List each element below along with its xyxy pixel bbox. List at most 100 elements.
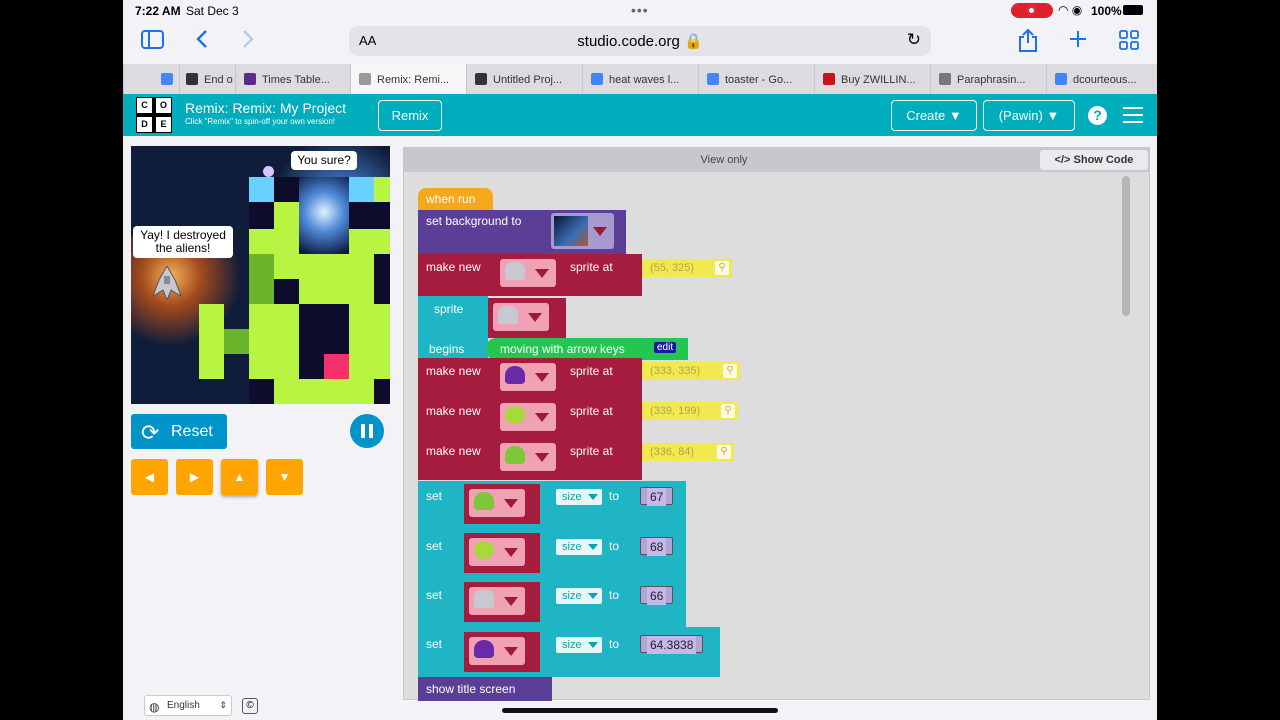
sidebar-icon[interactable] [141, 30, 164, 53]
alien-eye [249, 177, 274, 202]
game-stage[interactable]: You sure? Yay! I destroyed the aliens! [131, 146, 390, 404]
forward-icon[interactable] [241, 28, 255, 54]
tab-1[interactable]: Times Table... [235, 64, 350, 94]
tab-4[interactable]: heat waves l... [582, 64, 698, 94]
alien-ship-icon [474, 492, 494, 510]
tab-overview-icon[interactable] [1119, 30, 1139, 54]
sprite-dropdown[interactable] [469, 637, 525, 665]
size-value[interactable]: 67 [640, 487, 674, 506]
tab-6[interactable]: Buy ZWILLIN... [814, 64, 930, 94]
property-dropdown[interactable]: size [556, 588, 602, 604]
language-select[interactable]: ◍ English ⇕ [144, 695, 232, 716]
back-icon[interactable] [195, 28, 209, 54]
alien-antenna [263, 166, 274, 177]
remix-button[interactable]: Remix [378, 100, 442, 131]
edit-behavior-button[interactable]: edit [654, 342, 677, 353]
pause-button[interactable] [350, 414, 384, 448]
sprite-dropdown[interactable] [493, 303, 549, 331]
caret-down-icon: ▼ [948, 108, 962, 123]
make-new-sprite-block[interactable]: make new sprite at [418, 254, 642, 296]
size-value[interactable]: 64.3838 [640, 635, 704, 654]
tab-bar: End o Times Table... Remix: Remi... Unti… [123, 64, 1157, 94]
create-dropdown[interactable]: Create ▼ [891, 100, 977, 131]
property-dropdown[interactable]: size [556, 539, 602, 555]
reset-button[interactable]: ⟳ Reset [131, 414, 227, 449]
location-field[interactable]: (339, 199) ⚲ [642, 402, 738, 420]
show-title-screen-block[interactable]: show title screen [418, 677, 552, 701]
reload-icon[interactable]: ↻ [907, 30, 921, 50]
alien-block [374, 379, 390, 404]
up-arrow-button[interactable]: ▲ [221, 459, 258, 495]
right-arrow-button[interactable]: ▶ [176, 459, 213, 495]
set-size-block[interactable]: set size to 68 [418, 529, 686, 578]
zwilling-icon [823, 73, 835, 85]
tab-3[interactable]: Untitled Proj... [466, 64, 582, 94]
sprite-dropdown[interactable] [469, 489, 525, 517]
sprite-value-block[interactable] [488, 298, 566, 338]
sprite-value-block[interactable] [464, 484, 540, 524]
sprite-dropdown[interactable] [500, 363, 556, 391]
screen-recording-icon[interactable] [1011, 3, 1053, 18]
help-icon[interactable]: ? [1088, 106, 1107, 125]
size-value[interactable]: 68 [640, 537, 674, 556]
tab-8[interactable]: dcourteous... [1046, 64, 1157, 94]
purple-alien-icon [474, 640, 494, 658]
location-field[interactable]: (333, 335) ⚲ [642, 362, 740, 380]
sprite-value-block[interactable] [464, 582, 540, 622]
left-arrow-button[interactable]: ◀ [131, 459, 168, 495]
sprite-value-block[interactable] [464, 632, 540, 672]
tab-google[interactable] [123, 64, 179, 94]
sprite-dropdown[interactable] [500, 443, 556, 471]
background-dropdown[interactable] [551, 213, 614, 249]
green-alien-icon [474, 541, 494, 559]
down-arrow-button[interactable]: ▼ [266, 459, 303, 495]
make-new-sprite-block[interactable]: make new sprite at [418, 438, 642, 480]
user-dropdown[interactable]: (Pawin) ▼ [983, 100, 1075, 131]
new-tab-icon[interactable] [1068, 29, 1088, 53]
spaceship-icon [505, 262, 525, 280]
size-value[interactable]: 66 [640, 586, 674, 605]
copyright-button[interactable]: © [242, 698, 258, 714]
sprite-dropdown[interactable] [500, 259, 556, 287]
alien-arm [224, 329, 249, 354]
tab-0[interactable]: End o [179, 64, 235, 94]
alien-face-gap [299, 177, 349, 254]
hamburger-menu-icon[interactable] [1123, 107, 1143, 123]
make-new-sprite-block[interactable]: make new sprite at [418, 358, 642, 398]
sprite-dropdown[interactable] [469, 538, 525, 566]
location-picker-icon[interactable]: ⚲ [721, 404, 735, 418]
property-dropdown[interactable]: size [556, 489, 602, 505]
tab-5[interactable]: toaster - Go... [698, 64, 814, 94]
set-size-block[interactable]: set size to 64.3838 [418, 627, 720, 677]
show-code-button[interactable]: </> Show Code [1040, 150, 1148, 170]
tab-7[interactable]: Paraphrasin... [930, 64, 1046, 94]
location-picker-icon[interactable]: ⚲ [717, 445, 731, 459]
sprite-dropdown[interactable] [500, 403, 556, 431]
property-dropdown[interactable]: size [556, 637, 602, 653]
location-picker-icon[interactable]: ⚲ [723, 364, 737, 378]
grid-icon [475, 73, 487, 85]
close-tab-icon[interactable] [359, 73, 371, 85]
home-indicator[interactable] [502, 708, 778, 713]
make-new-sprite-block[interactable]: make new sprite at [418, 398, 642, 438]
set-size-block[interactable]: set size to 67 [418, 481, 686, 529]
behavior-block[interactable]: moving with arrow keys edit [486, 338, 688, 360]
sprite-dropdown[interactable] [469, 587, 525, 615]
speech-bubble-alien: You sure? [291, 151, 357, 170]
share-icon[interactable] [1018, 28, 1038, 56]
location-field[interactable]: (336, 84) ⚲ [642, 443, 734, 461]
when-run-block[interactable]: when run [418, 188, 493, 210]
set-background-block[interactable]: set background to [418, 210, 626, 254]
multitasking-dots-icon[interactable]: ••• [631, 2, 649, 18]
alien-block [374, 254, 390, 279]
address-bar[interactable]: AA studio.code.org 🔒 ↻ [349, 26, 931, 56]
workspace-scrollbar[interactable] [1122, 176, 1130, 316]
tab-2-active[interactable]: Remix: Remi... [350, 64, 466, 94]
sprite-begins-block[interactable]: sprite begins [418, 296, 488, 358]
code-logo[interactable]: C O D E [136, 97, 172, 133]
set-size-block[interactable]: set size to 66 [418, 578, 686, 627]
blockly-workspace[interactable]: View only </> Show Code when run set bac… [403, 147, 1150, 701]
location-picker-icon[interactable]: ⚲ [715, 261, 729, 275]
sprite-value-block[interactable] [464, 533, 540, 573]
location-field[interactable]: (55, 325) ⚲ [642, 259, 732, 277]
